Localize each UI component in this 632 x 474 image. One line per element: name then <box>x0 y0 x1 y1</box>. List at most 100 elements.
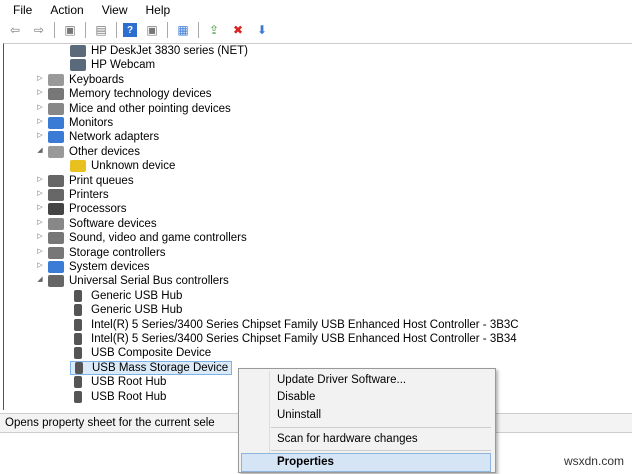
tree-item[interactable]: Software devices <box>48 217 157 231</box>
menu-item-update-driver[interactable]: Update Driver Software... <box>277 374 406 386</box>
tree-item[interactable]: Sound, video and game controllers <box>48 231 247 245</box>
device-icon <box>48 131 64 144</box>
tree-item-label: Software devices <box>69 217 157 230</box>
tree-item[interactable]: Generic USB Hub <box>70 303 182 317</box>
device-icon <box>48 145 64 158</box>
tree-item[interactable]: Unknown device <box>70 159 175 173</box>
menu-view[interactable]: View <box>93 3 137 17</box>
tree-item-label: Print queues <box>69 174 134 187</box>
device-icon <box>48 217 64 230</box>
menu-item-disable[interactable]: Disable <box>277 391 315 403</box>
tree-item-label: Monitors <box>69 117 114 129</box>
tree-item-label: Storage controllers <box>69 246 166 259</box>
tree-item[interactable]: USB Composite Device <box>70 346 211 360</box>
device-icon <box>70 45 86 57</box>
tree-item-label: USB Composite Device <box>91 347 212 360</box>
expand-arrow-icon[interactable]: ▷ <box>35 88 45 96</box>
expand-arrow-icon[interactable]: ▷ <box>35 175 45 183</box>
divider <box>198 22 199 38</box>
tree-item[interactable]: USB Mass Storage Device <box>70 360 233 375</box>
tree-item[interactable]: Memory technology devices <box>48 87 212 101</box>
expand-arrow-icon[interactable]: ▷ <box>35 189 45 197</box>
uninstall-icon[interactable]: ✖ <box>229 22 247 38</box>
watermark: wsxdn.com <box>563 454 624 468</box>
menu-action[interactable]: Action <box>41 3 92 17</box>
tree-item-label: Unknown device <box>91 160 176 173</box>
tree-item-label: Processors <box>69 203 127 216</box>
tree-item[interactable]: Universal Serial Bus controllers <box>48 274 229 288</box>
tree-item-label: USB Mass Storage Device <box>92 361 229 374</box>
forward-icon[interactable]: ⇨ <box>30 22 48 38</box>
collapse-arrow-icon[interactable]: ◢ <box>35 275 45 283</box>
back-icon[interactable]: ⇦ <box>6 22 24 38</box>
device-icon <box>70 160 86 173</box>
tree-item[interactable]: USB Root Hub <box>70 390 166 404</box>
tree-item[interactable]: Intel(R) 5 Series/3400 Series Chipset Fa… <box>70 318 519 332</box>
tree-item[interactable]: Network adapters <box>48 130 159 144</box>
tree-item[interactable]: Monitors <box>48 116 113 130</box>
tree-item[interactable]: Generic USB Hub <box>70 289 182 303</box>
expand-arrow-icon[interactable]: ▷ <box>35 203 45 211</box>
device-icon <box>48 261 64 273</box>
update-driver-icon[interactable]: ⇪ <box>205 22 223 38</box>
tree-item-label: System devices <box>69 261 150 273</box>
expand-arrow-icon[interactable]: ▷ <box>35 247 45 255</box>
device-icon <box>48 246 64 259</box>
expand-arrow-icon[interactable]: ▷ <box>35 74 45 82</box>
device-icon <box>48 174 64 187</box>
tree-item[interactable]: Storage controllers <box>48 246 166 260</box>
device-icon <box>74 376 82 389</box>
tree-item[interactable]: Mice and other pointing devices <box>48 102 231 116</box>
tree-item-label: Sound, video and game controllers <box>69 232 247 245</box>
tree-item[interactable]: HP Webcam <box>70 58 155 72</box>
device-tree: HP DeskJet 3830 series (NET) HP Webcam ▷ Ke… <box>3 43 632 410</box>
tree-item-label: Network adapters <box>69 131 160 144</box>
tree-item-label: USB Root Hub <box>91 390 167 403</box>
tree-item-label: Intel(R) 5 Series/3400 Series Chipset Fa… <box>91 318 519 331</box>
device-icon <box>74 347 82 360</box>
expand-arrow-icon[interactable]: ▷ <box>35 232 45 240</box>
device-icon <box>48 189 64 201</box>
expand-arrow-icon[interactable]: ▷ <box>35 218 45 226</box>
tree-item-label: Generic USB Hub <box>91 289 183 302</box>
menu-help[interactable]: Help <box>137 3 180 17</box>
menu-file[interactable]: File <box>4 3 41 17</box>
tree-item[interactable]: Processors <box>48 202 127 216</box>
tree-item[interactable]: USB Root Hub <box>70 375 166 389</box>
tree-item[interactable]: Intel(R) 5 Series/3400 Series Chipset Fa… <box>70 332 517 346</box>
menu-item-properties[interactable]: Properties <box>277 456 334 468</box>
device-icon <box>48 203 64 216</box>
menu-item-uninstall[interactable]: Uninstall <box>277 409 321 421</box>
tree-item-label: Universal Serial Bus controllers <box>69 275 229 288</box>
help-icon[interactable]: ? <box>123 23 137 37</box>
expand-arrow-icon[interactable]: ▷ <box>35 117 45 125</box>
menu-item-scan-hardware[interactable]: Scan for hardware changes <box>277 433 418 445</box>
menu-bar: File Action View Help <box>0 0 632 19</box>
tree-item[interactable]: Keyboards <box>48 73 124 87</box>
tree-item-label: Printers <box>69 189 109 201</box>
expand-arrow-icon[interactable]: ▷ <box>35 131 45 139</box>
tree-item-label: Other devices <box>69 145 140 158</box>
tree-item[interactable]: Printers <box>48 188 109 202</box>
tree-item[interactable]: System devices <box>48 260 150 274</box>
properties-icon[interactable]: ▤ <box>92 22 110 38</box>
device-icon <box>48 232 64 245</box>
device-icon <box>74 304 82 317</box>
device-icon <box>74 318 82 331</box>
device-icon <box>70 59 86 72</box>
tree-item[interactable]: HP DeskJet 3830 series (NET) <box>70 44 248 58</box>
toolbar: ⇦ ⇨ ▣ ▤ ? ▣ ▦ ⇪ ✖ ⬇ <box>0 19 632 41</box>
collapse-arrow-icon[interactable]: ◢ <box>35 146 45 154</box>
tree-item[interactable]: Print queues <box>48 174 134 188</box>
device-icon <box>48 275 64 288</box>
expand-arrow-icon[interactable]: ▷ <box>35 261 45 269</box>
expand-arrow-icon[interactable]: ▷ <box>35 103 45 111</box>
device-icon <box>74 333 82 345</box>
scan-hardware-icon[interactable]: ▦ <box>174 22 192 38</box>
show-hide-tree-icon[interactable]: ▣ <box>61 22 79 38</box>
tree-item-label: USB Root Hub <box>91 376 167 389</box>
tree-item[interactable]: Other devices <box>48 145 140 159</box>
device-icon <box>74 390 82 403</box>
action-pane-icon[interactable]: ▣ <box>143 22 161 38</box>
enable-device-icon[interactable]: ⬇ <box>253 22 271 38</box>
